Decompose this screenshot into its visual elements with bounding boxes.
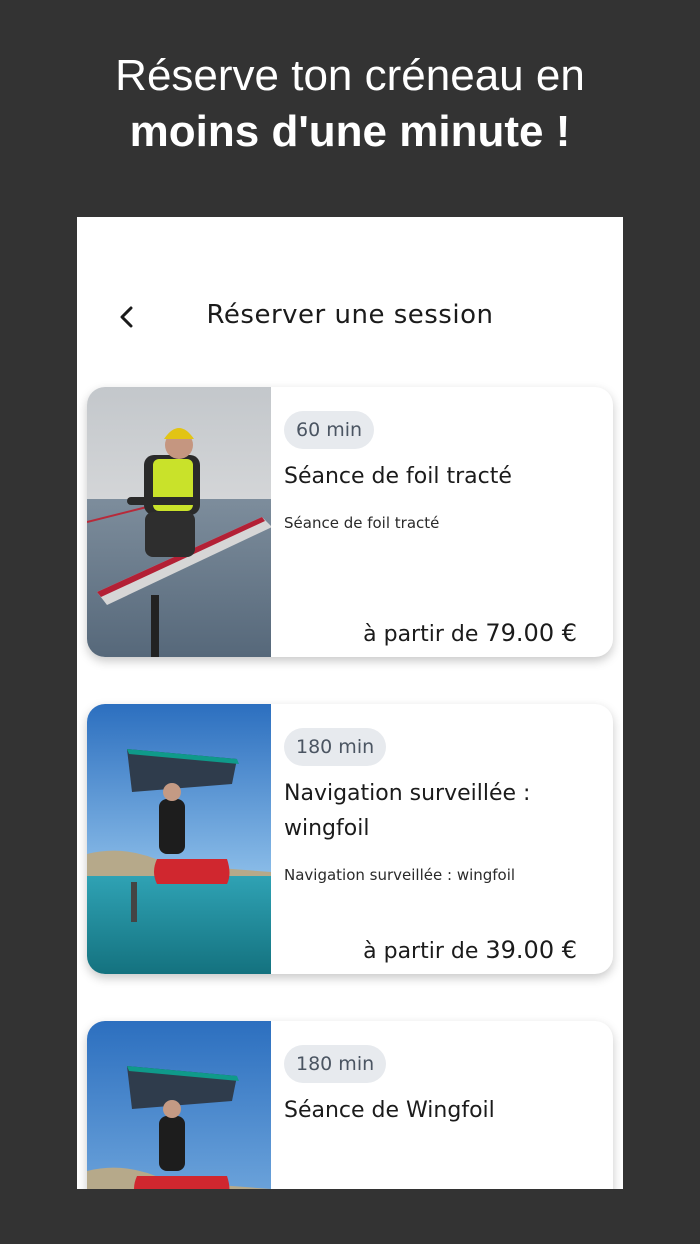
- session-description: Navigation surveillée : wingfoil: [284, 866, 516, 884]
- duration-badge: 180 min: [284, 1045, 387, 1083]
- session-card-foil-tracte[interactable]: 60 min Séance de foil tracté Séance de f…: [87, 387, 613, 657]
- page-title: Réserver une session: [206, 300, 494, 330]
- price-amount: 79.00 €: [485, 619, 577, 647]
- duration-badge: 60 min: [284, 411, 375, 449]
- session-photo: [87, 1021, 271, 1189]
- price-amount: 39.00 €: [485, 936, 577, 964]
- session-title: Séance de foil tracté: [284, 464, 512, 489]
- session-card-navigation-wingfoil[interactable]: 180 min Navigation surveillée : wingfoil…: [87, 704, 613, 974]
- headline-line-2: moins d'une minute !: [129, 107, 571, 156]
- price-prefix: à partir de: [363, 939, 479, 964]
- back-button[interactable]: [107, 297, 147, 337]
- session-description: Séance de foil tracté: [284, 514, 440, 532]
- session-price: à partir de 39.00 €: [363, 936, 577, 964]
- session-card-wingfoil[interactable]: 180 min Séance de Wingfoil: [87, 1021, 613, 1189]
- session-photo: [87, 704, 271, 974]
- session-title: Navigation surveillée : wingfoil: [284, 781, 531, 841]
- duration-badge: 180 min: [284, 728, 387, 766]
- price-prefix: à partir de: [363, 622, 479, 647]
- session-title: Séance de Wingfoil: [284, 1098, 495, 1123]
- promo-headline: Réserve ton créneau en moins d'une minut…: [0, 48, 700, 160]
- session-price: à partir de 79.00 €: [363, 619, 577, 647]
- app-bar: Réserver une session: [77, 287, 623, 343]
- chevron-left-icon: [120, 306, 133, 328]
- session-photo: [87, 387, 271, 657]
- app-screen: Réserver une session 60 min Séance de fo…: [77, 217, 623, 1189]
- headline-line-1: Réserve ton créneau en: [115, 51, 585, 100]
